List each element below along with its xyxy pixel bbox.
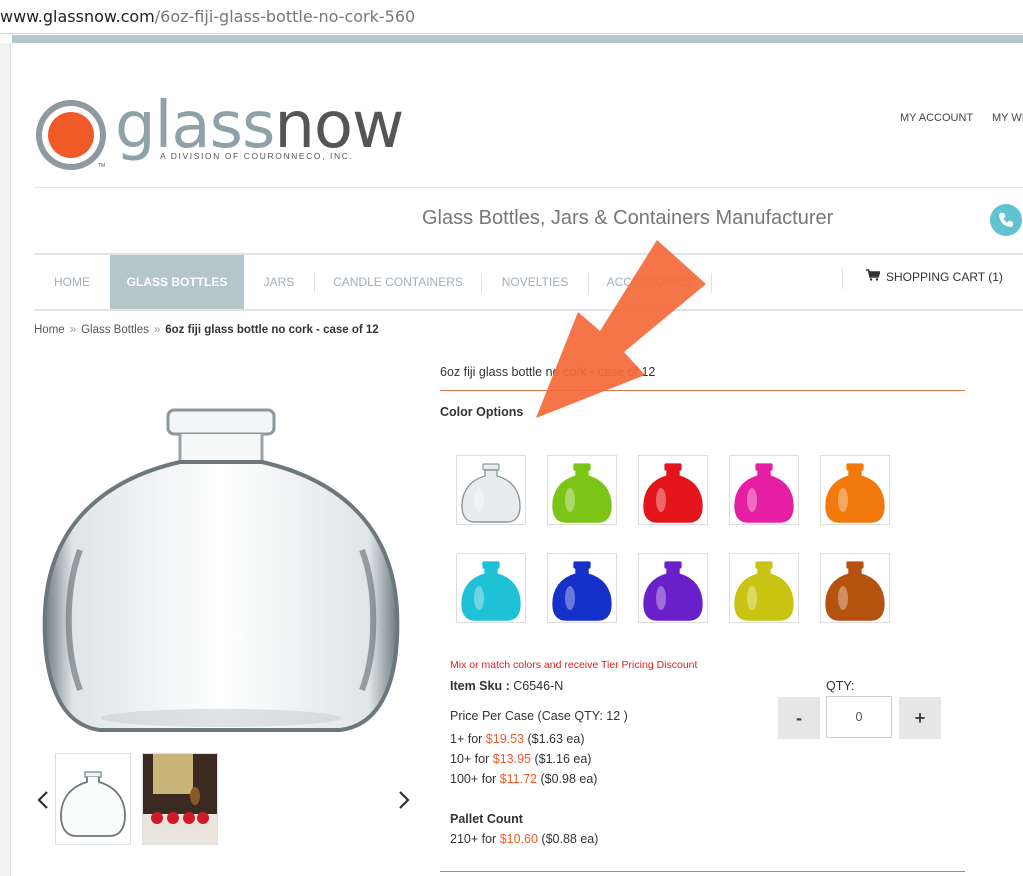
nav-separator bbox=[842, 269, 843, 289]
logo-subtitle: A DIVISION OF COURONNECO, INC. bbox=[160, 151, 354, 161]
browser-url-bar[interactable]: www.glassnow.com/6oz-fiji-glass-bottle-n… bbox=[0, 0, 1023, 34]
phone-icon[interactable] bbox=[990, 204, 1022, 236]
nav-jars[interactable]: JARS bbox=[244, 255, 314, 309]
shopping-cart-link[interactable]: SHOPPING CART (1) bbox=[866, 269, 1003, 284]
price-tier-2: 10+ for $13.95 ($1.16 ea) bbox=[450, 752, 592, 766]
color-options-heading: Color Options bbox=[440, 405, 524, 419]
color-swatch-purple[interactable] bbox=[638, 553, 708, 623]
logo-trademark: TM bbox=[98, 163, 106, 169]
thumbnail-clear-bottle[interactable] bbox=[55, 753, 131, 845]
color-swatch-blue[interactable] bbox=[547, 553, 617, 623]
header-divider bbox=[34, 187, 1023, 188]
nav-glass-bottles[interactable]: GLASS BOTTLES bbox=[110, 255, 244, 309]
my-wishlist-link[interactable]: MY WIS bbox=[992, 112, 1023, 124]
chevron-right-icon[interactable] bbox=[398, 790, 410, 816]
color-swatch-amber[interactable] bbox=[820, 553, 890, 623]
product-main-image[interactable] bbox=[40, 400, 402, 740]
annotation-arrow-icon bbox=[520, 232, 720, 422]
qty-increase-button[interactable]: + bbox=[899, 697, 941, 739]
color-swatch-aqua[interactable] bbox=[456, 553, 526, 623]
breadcrumb-current: 6oz fiji glass bottle no cork - case of … bbox=[165, 324, 379, 336]
pallet-price: 210+ for $10.60 ($0.88 ea) bbox=[450, 832, 599, 846]
price-tier-1: 1+ for $19.53 ($1.63 ea) bbox=[450, 732, 585, 746]
tagline: Glass Bottles, Jars & Containers Manufac… bbox=[422, 207, 834, 229]
my-account-link[interactable]: MY ACCOUNT bbox=[900, 112, 973, 124]
qty-input[interactable]: 0 bbox=[826, 696, 892, 738]
cart-label: SHOPPING CART (1) bbox=[886, 270, 1003, 284]
item-sku: Item Sku : C6546-N bbox=[450, 679, 564, 693]
breadcrumb: Home» Glass Bottles» 6oz fiji glass bottle… bbox=[34, 324, 379, 336]
nav-candle-containers[interactable]: CANDLE CONTAINERS bbox=[315, 255, 481, 309]
logo-core bbox=[48, 112, 94, 158]
price-tier-3: 100+ for $11.72 ($0.98 ea) bbox=[450, 772, 598, 786]
details-divider bbox=[440, 871, 965, 872]
pallet-count-heading: Pallet Count bbox=[450, 812, 523, 826]
tier-pricing-note: Mix or match colors and receive Tier Pri… bbox=[450, 659, 698, 671]
thumbnail-lifestyle[interactable] bbox=[142, 753, 218, 845]
price-per-case: Price Per Case (Case QTY: 12 ) bbox=[450, 709, 628, 723]
color-swatch-red[interactable] bbox=[638, 455, 708, 525]
color-swatch-clear[interactable] bbox=[456, 455, 526, 525]
page-left-edge bbox=[0, 43, 11, 876]
breadcrumb-home[interactable]: Home bbox=[34, 324, 65, 336]
color-swatch-pink[interactable] bbox=[729, 455, 799, 525]
breadcrumb-glass-bottles[interactable]: Glass Bottles bbox=[81, 324, 149, 336]
nav-home[interactable]: HOME bbox=[34, 255, 110, 309]
color-swatch-green[interactable] bbox=[547, 455, 617, 525]
qty-decrease-button[interactable]: - bbox=[778, 697, 820, 739]
qty-label: QTY: bbox=[826, 679, 855, 693]
top-strip bbox=[12, 35, 1023, 43]
color-swatch-yellow[interactable] bbox=[729, 553, 799, 623]
url-text[interactable]: www.glassnow.com/6oz-fiji-glass-bottle-n… bbox=[0, 7, 415, 26]
chevron-left-icon[interactable] bbox=[37, 790, 49, 816]
cart-icon bbox=[866, 269, 881, 284]
color-swatch-orange[interactable] bbox=[820, 455, 890, 525]
